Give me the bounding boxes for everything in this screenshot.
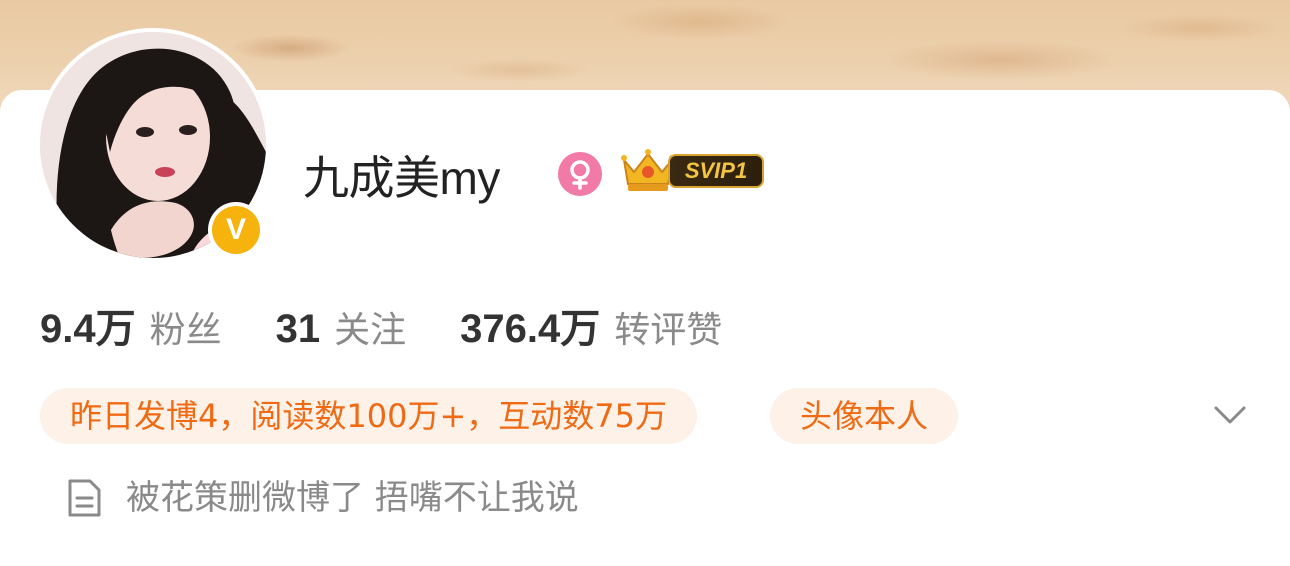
engagement-count: 376.4万 <box>460 307 601 351</box>
followers-count: 9.4万 <box>40 307 136 351</box>
activity-tag[interactable]: 昨日发博4，阅读数100万+，互动数75万 <box>40 388 697 444</box>
following-count: 31 <box>275 307 321 351</box>
following-label: 关注 <box>334 310 407 351</box>
svip-level-label: SVIP1 <box>668 154 764 188</box>
chevron-down-icon[interactable] <box>1212 400 1248 430</box>
avatar-verified-tag[interactable]: 头像本人 <box>770 388 959 444</box>
verified-badge[interactable]: V <box>208 202 264 258</box>
engagement-label: 转评赞 <box>614 310 723 351</box>
stat-following[interactable]: 31 关注 <box>276 301 407 353</box>
document-icon <box>66 478 102 518</box>
followers-label: 粉丝 <box>149 310 222 351</box>
profile-name: 九成美my <box>303 152 500 204</box>
bio-text: 被花策删微博了 捂嘴不让我说 <box>126 478 579 518</box>
stat-engagement[interactable]: 376.4万 转评赞 <box>460 296 722 354</box>
stats-row: 9.4万 粉丝 31 关注 376.4万 转评赞 <box>40 296 776 356</box>
svip-badge[interactable]: SVIP1 <box>618 146 766 196</box>
stat-followers[interactable]: 9.4万 粉丝 <box>40 296 222 354</box>
female-icon <box>558 152 602 196</box>
verified-v-icon: V <box>212 206 260 254</box>
